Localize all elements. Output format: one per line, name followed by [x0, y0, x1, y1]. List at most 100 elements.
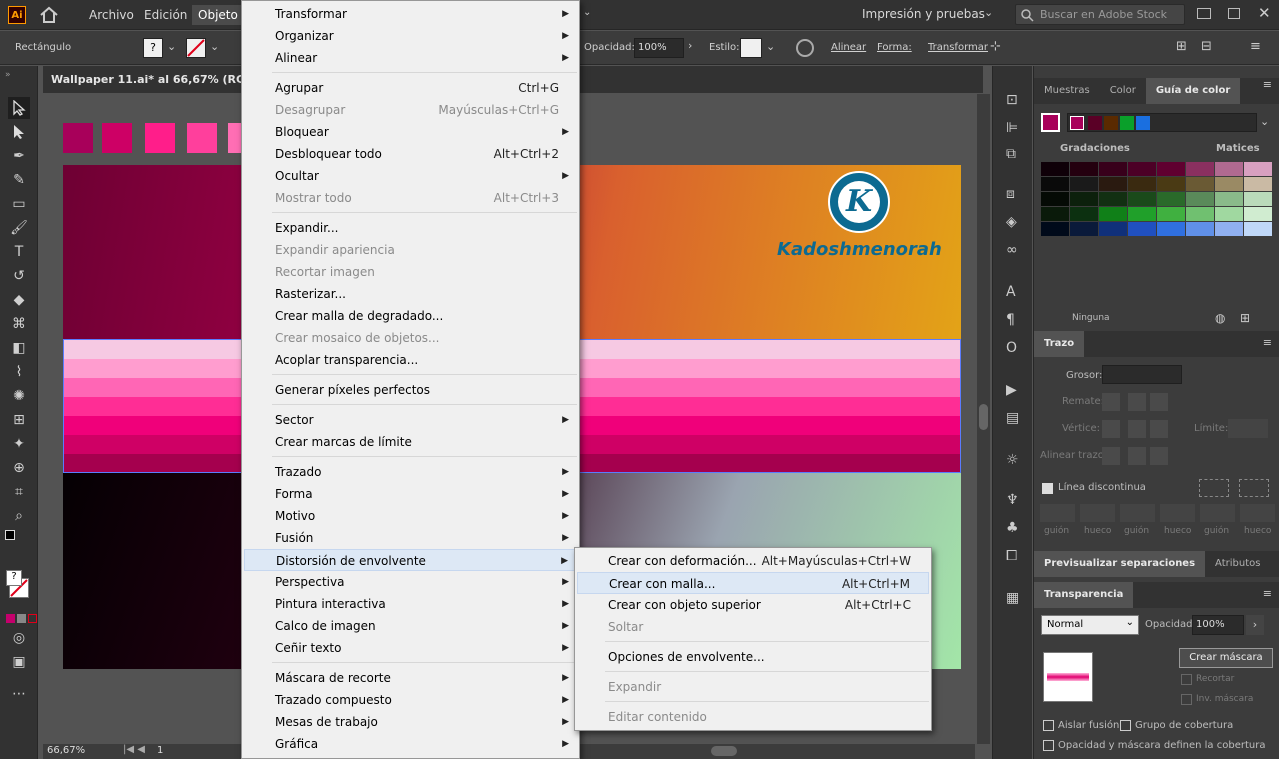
zoom-level[interactable]: 66,67% — [47, 745, 97, 756]
color-variation-swatch[interactable] — [1186, 192, 1214, 206]
menu-item-transformar[interactable]: Transformar ▶ — [244, 3, 577, 25]
more-tools-icon[interactable]: ⋯ — [8, 683, 30, 705]
symbols-panel-icon[interactable]: ♣ — [1006, 520, 1019, 536]
menu-item-trazado-compuesto[interactable]: Trazado compuesto ▶ — [244, 689, 577, 711]
draw-mode-icon[interactable]: ◎ — [8, 627, 30, 649]
fill-swatch[interactable]: ? — [6, 570, 22, 586]
transform-panel-icon[interactable]: ⧈ — [1006, 186, 1015, 202]
color-variation-swatch[interactable] — [1157, 162, 1185, 176]
eyedropper-tool-icon[interactable]: ⌇ — [8, 361, 30, 383]
color-variation-swatch[interactable] — [1041, 162, 1069, 176]
dash-preserve-icon[interactable] — [1199, 479, 1229, 497]
color-variation-swatch[interactable] — [1128, 207, 1156, 221]
color-variation-swatch[interactable] — [1099, 207, 1127, 221]
color-variation-swatch[interactable] — [1157, 177, 1185, 191]
screen-mode-icon[interactable]: ▣ — [8, 651, 30, 673]
menu-archivo[interactable]: Archivo — [83, 5, 140, 25]
color-variation-swatch[interactable] — [1041, 207, 1069, 221]
menu-item-fusion[interactable]: Fusión ▶ — [244, 527, 577, 549]
color-variation-swatch[interactable] — [1244, 222, 1272, 236]
menu-item-pintura-interactiva[interactable]: Pintura interactiva ▶ — [244, 593, 577, 615]
tab-previsualizar-separaciones[interactable]: Previsualizar separaciones — [1034, 551, 1206, 577]
color-variation-swatch[interactable] — [1215, 207, 1243, 221]
distribute-icon[interactable]: ⊟ — [1201, 39, 1212, 54]
dash-gap-input[interactable] — [1080, 504, 1115, 522]
gradient-tool-icon[interactable]: ◧ — [8, 337, 30, 359]
dash-gap-input[interactable] — [1200, 504, 1235, 522]
color-variation-swatch[interactable] — [1041, 222, 1069, 236]
menu-item-crear-con-malla[interactable]: Crear con malla... Alt+Ctrl+M — [577, 572, 929, 594]
stroke-swatch[interactable] — [186, 38, 206, 58]
color-variation-swatch[interactable] — [1157, 192, 1185, 206]
panel-menu-icon[interactable]: ≡ — [1263, 78, 1272, 91]
menu-objeto[interactable]: Objeto — [192, 5, 244, 25]
tab-muestras[interactable]: Muestras — [1034, 78, 1100, 104]
gradient-panel-icon[interactable]: ▦ — [1006, 590, 1019, 606]
menu-item-cenir-texto[interactable]: Ceñir texto ▶ — [244, 637, 577, 659]
color-variation-swatch[interactable] — [1157, 222, 1185, 236]
tab-trazo[interactable]: Trazo — [1034, 331, 1085, 357]
tab-transparencia[interactable]: Transparencia — [1034, 582, 1134, 608]
color-variation-swatch[interactable] — [1244, 207, 1272, 221]
menu-item-acoplar-transparencia[interactable]: Acoplar transparencia... — [244, 349, 577, 371]
fill-swatch[interactable]: ? — [143, 38, 163, 58]
tab-atributos[interactable]: Atributos — [1205, 551, 1270, 577]
align-link[interactable]: Alinear — [831, 42, 866, 53]
minimize-icon[interactable] — [1197, 8, 1211, 19]
color-variation-swatch[interactable] — [1041, 192, 1069, 206]
menu-item-organizar[interactable]: Organizar ▶ — [244, 25, 577, 47]
workspace-switcher[interactable]: Impresión y pruebas — [862, 7, 985, 21]
color-variation-swatch[interactable] — [1099, 162, 1127, 176]
artboard-tool-icon[interactable]: ⌗ — [8, 481, 30, 503]
isolate-blend-checkbox[interactable] — [1043, 720, 1054, 731]
recolor-icon[interactable] — [796, 39, 814, 57]
color-variation-swatch[interactable] — [1244, 192, 1272, 206]
appearance-panel-icon[interactable]: ☼ — [1006, 452, 1019, 468]
dash-gap-input[interactable] — [1240, 504, 1275, 522]
eraser-tool-icon[interactable]: ◆ — [8, 289, 30, 311]
clip-checkbox[interactable] — [1181, 674, 1192, 685]
dashed-line-checkbox[interactable] — [1042, 483, 1053, 494]
create-mask-button[interactable]: Crear máscara — [1179, 648, 1273, 668]
menu-item-grafica[interactable]: Gráfica ▶ — [244, 733, 577, 755]
dash-gap-input[interactable] — [1160, 504, 1195, 522]
menu-item-generar-pixeles-perfectos[interactable]: Generar píxeles perfectos — [244, 379, 577, 401]
direct-selection-tool-icon[interactable] — [8, 121, 30, 143]
invert-mask-checkbox[interactable] — [1181, 694, 1192, 705]
home-icon[interactable] — [38, 5, 60, 25]
menu-item-ocultar[interactable]: Ocultar ▶ — [244, 165, 577, 187]
menu-item-bloquear[interactable]: Bloquear ▶ — [244, 121, 577, 143]
dash-gap-input[interactable] — [1040, 504, 1075, 522]
color-variation-swatch[interactable] — [1128, 177, 1156, 191]
color-variation-swatch[interactable] — [1099, 192, 1127, 206]
puppet-warp-tool-icon[interactable]: ✦ — [8, 433, 30, 455]
color-variation-swatch[interactable] — [1244, 162, 1272, 176]
menu-item-crear-con-deformacion[interactable]: Crear con deformación... Alt+Mayúsculas+C… — [577, 550, 929, 572]
collapse-icon[interactable]: » — [5, 70, 11, 80]
close-icon[interactable]: ✕ — [1258, 4, 1271, 22]
menu-edicion[interactable]: Edición — [138, 5, 193, 25]
menu-item-expandir[interactable]: Expandir... — [244, 217, 577, 239]
symbol-sprayer-tool-icon[interactable]: ✺ — [8, 385, 30, 407]
chevron-down-icon[interactable]: ⌄ — [1260, 115, 1269, 128]
menu-item-sector[interactable]: Sector ▶ — [244, 409, 577, 431]
round-cap-icon[interactable] — [1128, 393, 1146, 411]
links-panel-icon[interactable]: ∞ — [1006, 242, 1018, 258]
butt-cap-icon[interactable] — [1102, 393, 1120, 411]
color-variation-swatch[interactable] — [1128, 162, 1156, 176]
stroke-weight-input[interactable] — [1102, 365, 1182, 384]
chevron-down-icon[interactable]: ⌄ — [167, 40, 176, 53]
bevel-join-icon[interactable] — [1150, 420, 1168, 438]
color-variation-swatch[interactable] — [1186, 207, 1214, 221]
artboard-number[interactable]: 1 — [157, 745, 197, 756]
menu-item-agrupar[interactable]: Agrupar Ctrl+G — [244, 77, 577, 99]
warp-tool-icon[interactable]: ⌘ — [8, 313, 30, 335]
curvature-tool-icon[interactable]: ✎ — [8, 169, 30, 191]
layers-panel-icon[interactable]: ◈ — [1006, 214, 1017, 230]
rectangle-tool-icon[interactable]: ▭ — [8, 193, 30, 215]
menu-item-opciones-de-envolvente[interactable]: Opciones de envolvente... — [577, 646, 929, 668]
opentype-panel-icon[interactable]: O — [1006, 340, 1017, 356]
menu-item-desbloquear-todo[interactable]: Desbloquear todo Alt+Ctrl+2 — [244, 143, 577, 165]
first-artboard-icon[interactable]: |◀ ◀ — [123, 744, 145, 755]
color-variation-swatch[interactable] — [1157, 207, 1185, 221]
